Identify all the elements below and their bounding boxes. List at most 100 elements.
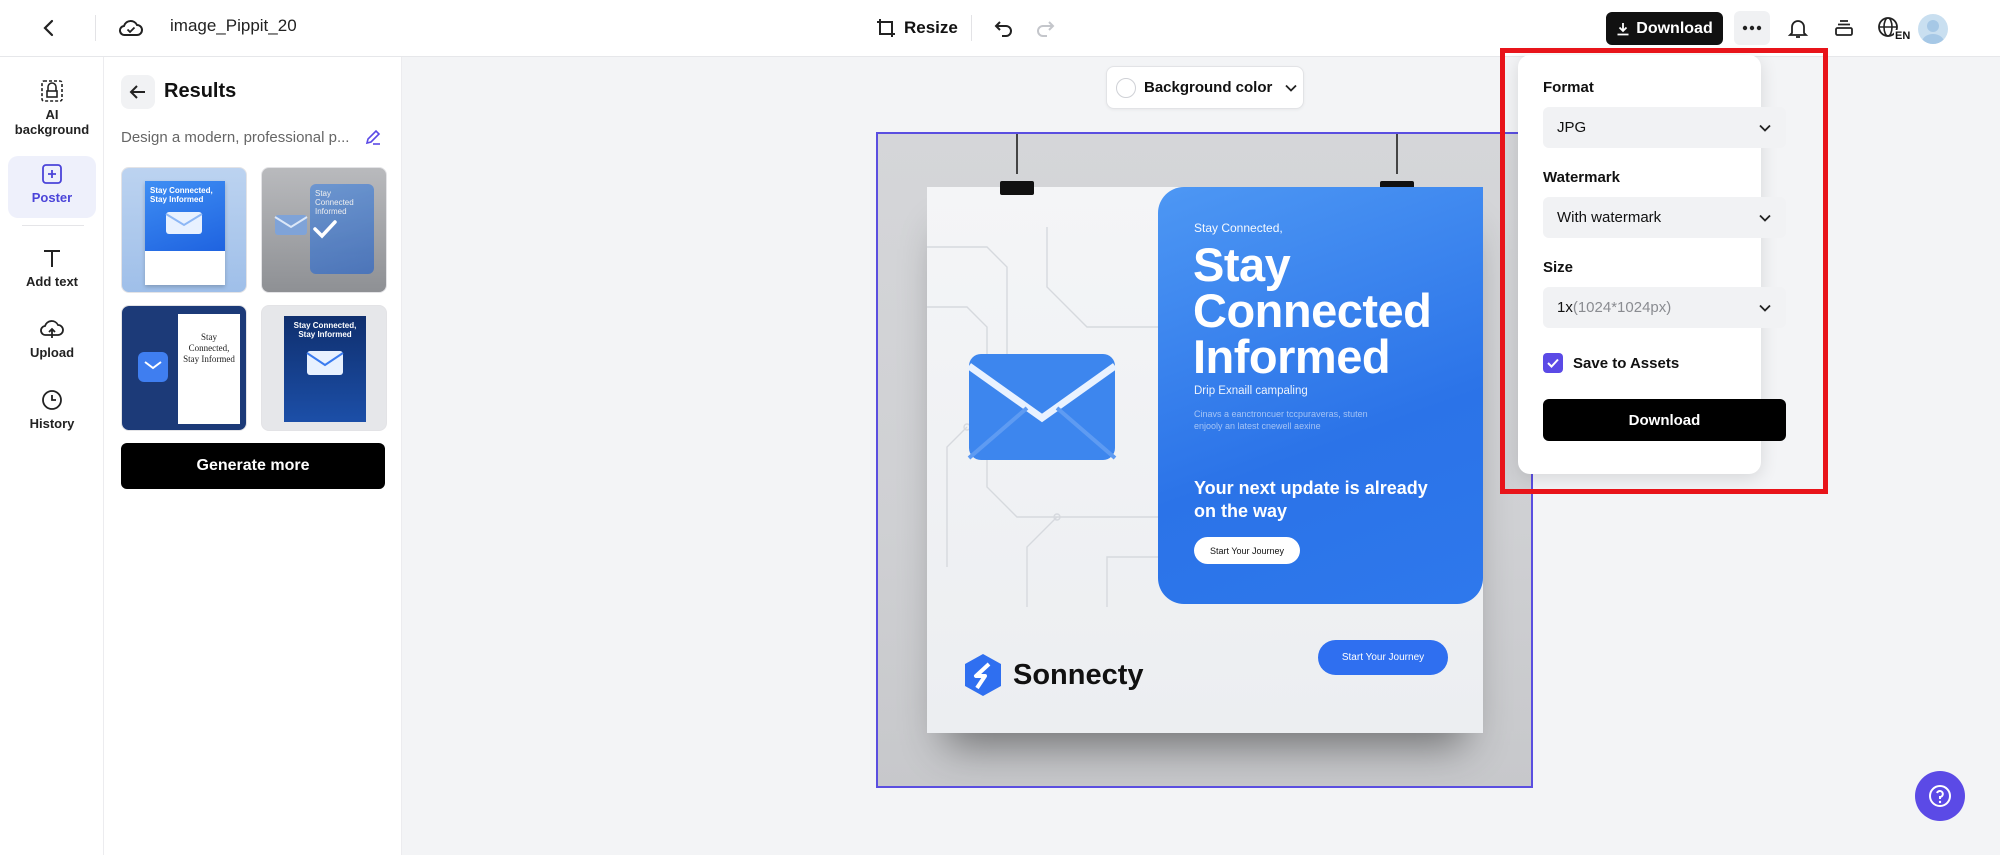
generate-more-button[interactable]: Generate more [121, 443, 385, 489]
resize-icon [877, 19, 895, 37]
save-to-assets-checkbox[interactable]: Save to Assets [1543, 353, 1679, 373]
top-bar: image_Pippit_20 Resize Download EN [0, 0, 2000, 57]
size-scale: 1x [1557, 299, 1573, 316]
help-icon [1929, 785, 1951, 807]
thumb-caption: Stay Connected Informed [315, 189, 354, 216]
cloud-save-button[interactable] [111, 8, 151, 48]
undo-icon [994, 21, 1012, 37]
inbox-button[interactable] [1824, 8, 1864, 48]
thumb-poster: Stay Connected, Stay Informed [178, 314, 240, 424]
color-swatch [1116, 77, 1136, 98]
poster-next-update: Your next update is already on the way [1194, 478, 1428, 521]
language-button[interactable]: EN [1872, 8, 1914, 48]
rail-label: History [29, 416, 75, 431]
pencil-icon [365, 129, 381, 145]
rail-label: AI background [14, 107, 90, 137]
tool-rail: AI background Poster Add text Upload His… [0, 57, 104, 855]
background-color-button[interactable]: Background color [1106, 66, 1304, 109]
results-back-button[interactable] [121, 75, 155, 109]
back-button[interactable] [29, 8, 69, 48]
chevron-down-icon [1759, 304, 1771, 312]
more-options-button[interactable] [1734, 11, 1770, 45]
cloud-icon [118, 20, 143, 36]
language-code: EN [1894, 30, 1912, 42]
arrow-left-icon [129, 85, 145, 99]
download-button[interactable]: Download [1606, 12, 1723, 45]
upload-icon [40, 320, 64, 338]
confirm-download-button[interactable]: Download [1543, 399, 1786, 441]
poster-icon [42, 164, 62, 184]
rail-label: Upload [29, 345, 75, 360]
rail-item-ai-background[interactable]: AI background [8, 71, 96, 137]
brand-name: Sonnecty [1013, 658, 1144, 691]
thumb-caption: Stay Connected, Stay Informed [183, 332, 235, 364]
rail-label: Poster [31, 190, 73, 205]
avatar[interactable] [1918, 14, 1948, 44]
poster-tagline: Drip Exnaill campaling [1194, 385, 1308, 397]
redo-button[interactable] [1025, 8, 1065, 48]
save-to-assets-label: Save to Assets [1573, 354, 1680, 372]
size-label: Size [1543, 259, 1574, 276]
thumb-caption: Stay Connected, Stay Informed [150, 186, 213, 204]
envelope-icon [274, 215, 308, 235]
more-icon [1742, 25, 1762, 31]
format-select[interactable]: JPG [1543, 107, 1786, 148]
headline-card: Stay Connected, Stay Connected Informed … [1158, 187, 1483, 604]
thumb-poster: Stay Connected, Stay Informed [284, 316, 366, 422]
envelope-icon [967, 354, 1117, 460]
poster-cta-button: Start Your Journey [1318, 640, 1448, 675]
result-thumbnail-2[interactable]: Stay Connected Informed [261, 167, 387, 293]
download-settings-panel: Format JPG Watermark With watermark Size… [1518, 55, 1786, 474]
result-thumbnail-4[interactable]: Stay Connected, Stay Informed [261, 305, 387, 431]
size-value: 1x(1024*1024px) [1557, 299, 1671, 316]
thumb-caption: Stay Connected, Stay Informed [293, 321, 357, 339]
stack-icon [1835, 20, 1853, 36]
headline-line: Connected [1193, 284, 1432, 337]
poster-subtitle: Stay Connected, [1194, 221, 1283, 235]
chevron-down-icon [1285, 84, 1297, 92]
watermark-value: With watermark [1557, 209, 1662, 226]
brand-logo-icon [965, 654, 1001, 696]
brand: Sonnecty [963, 652, 1144, 698]
chevron-left-icon [43, 19, 54, 37]
poster-headline: Stay Connected Informed [1193, 238, 1432, 383]
headline-line: Informed [1193, 330, 1391, 383]
results-panel: Results Design a modern, professional p.… [104, 57, 402, 855]
project-title[interactable]: image_Pippit_20 [170, 16, 297, 36]
rail-item-upload[interactable]: Upload [8, 311, 96, 360]
chevron-down-icon [1759, 214, 1771, 222]
user-avatar-icon [1922, 20, 1944, 44]
download-icon [1617, 22, 1629, 35]
chevron-down-icon [1759, 124, 1771, 132]
notifications-button[interactable] [1778, 8, 1818, 48]
watermark-select[interactable]: With watermark [1543, 197, 1786, 238]
format-value: JPG [1557, 119, 1587, 136]
envelope-icon [138, 352, 168, 382]
undo-button[interactable] [984, 8, 1024, 48]
result-thumbnail-3[interactable]: Stay Connected, Stay Informed [121, 305, 247, 431]
prompt-text: Design a modern, professional p... [121, 129, 350, 146]
format-label: Format [1543, 79, 1594, 96]
help-button[interactable] [1915, 771, 1965, 821]
check-icon [313, 220, 337, 239]
poster-card-button: Start Your Journey [1194, 537, 1301, 564]
bell-icon [1787, 20, 1809, 38]
rail-item-history[interactable]: History [8, 382, 96, 431]
text-icon [44, 250, 60, 267]
edit-prompt-button[interactable] [364, 128, 382, 151]
rail-label: Add text [26, 274, 78, 289]
result-thumbnail-1[interactable]: Stay Connected, Stay Informed [121, 167, 247, 293]
clock-icon [42, 390, 62, 410]
checkbox-checked[interactable] [1543, 353, 1563, 373]
ai-background-icon [41, 80, 63, 102]
rail-item-poster[interactable]: Poster [8, 156, 96, 218]
headline-line: Stay [1193, 238, 1291, 291]
results-title: Results [164, 80, 237, 102]
size-dims: (1024*1024px) [1572, 299, 1672, 316]
download-label: Download [1636, 19, 1713, 37]
resize-button[interactable]: Resize [876, 12, 958, 44]
rail-item-add-text[interactable]: Add text [8, 240, 96, 289]
check-icon [1547, 358, 1559, 368]
size-select[interactable]: 1x(1024*1024px) [1543, 287, 1786, 328]
poster-canvas[interactable]: Stay Connected, Stay Connected Informed … [876, 132, 1533, 788]
